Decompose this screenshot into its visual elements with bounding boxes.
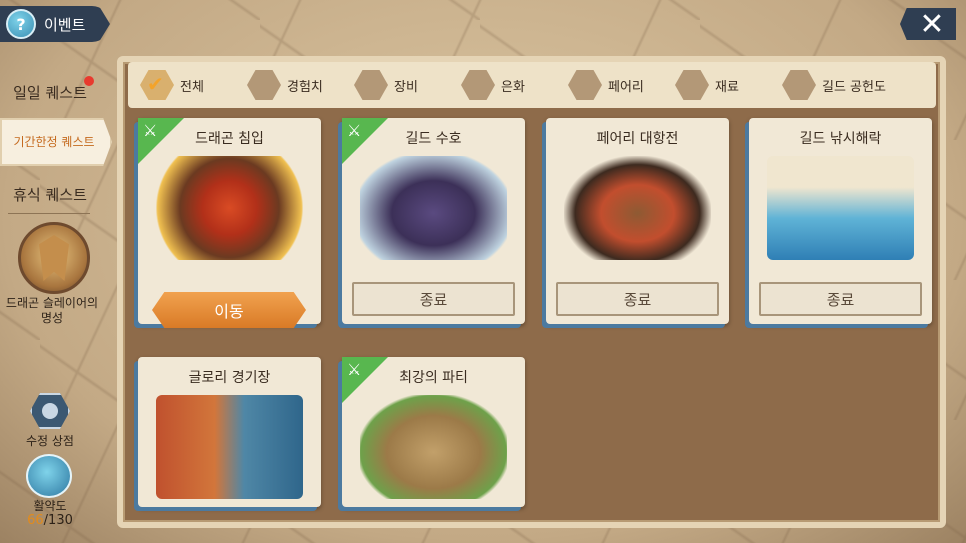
dragon-emblem-icon[interactable] bbox=[18, 222, 90, 294]
filter-label: 장비 bbox=[394, 79, 418, 95]
checkbox-icon bbox=[354, 70, 388, 100]
fairy-battle-art bbox=[564, 156, 711, 260]
crystal-shop-label: 수정 상점 bbox=[26, 434, 74, 448]
checkbox-icon bbox=[568, 70, 602, 100]
filter-label: 페어리 bbox=[608, 79, 644, 95]
card-title: 최강의 파티 bbox=[399, 370, 468, 386]
card-title: 드래곤 침입 bbox=[195, 131, 264, 147]
event-card-guild-fishing[interactable]: 길드 낚시해락 종료 bbox=[749, 118, 932, 324]
filter-label: 전체 bbox=[180, 79, 204, 95]
sidebar-item-rest[interactable]: 휴식 퀘스트 bbox=[0, 184, 100, 205]
sidebar-item-daily[interactable]: 일일 퀘스트 bbox=[0, 76, 100, 103]
card-title: 글로리 경기장 bbox=[188, 370, 271, 386]
sidebar-item-label: 일일 퀘스트 bbox=[13, 84, 87, 102]
activity-max: /130 bbox=[43, 513, 73, 528]
sidebar-item-label: 기간한정 퀘스트 bbox=[13, 135, 95, 149]
ended-button: 종료 bbox=[556, 282, 719, 316]
filter-exp[interactable]: 경험치 bbox=[235, 70, 342, 100]
close-button[interactable]: ✕ bbox=[900, 8, 956, 40]
check-icon bbox=[140, 70, 174, 100]
filter-label: 은화 bbox=[501, 79, 525, 95]
ended-button: 종료 bbox=[352, 282, 515, 316]
event-card-dragon[interactable]: ⚔ 드래곤 침입 이동 bbox=[138, 118, 321, 328]
event-card-fairy-battle[interactable]: 페어리 대항전 종료 bbox=[546, 118, 729, 324]
help-icon[interactable]: ? bbox=[6, 9, 36, 39]
checkbox-icon bbox=[461, 70, 495, 100]
ended-button: 종료 bbox=[759, 282, 922, 316]
filter-material[interactable]: 재료 bbox=[663, 70, 770, 100]
header-bar: ? 이벤트 bbox=[0, 6, 110, 42]
activity-value: 66/130 bbox=[0, 513, 100, 528]
filter-all[interactable]: 전체 bbox=[128, 70, 235, 100]
sidebar-item-label: 휴식 퀘스트 bbox=[13, 186, 87, 204]
event-card-guild-defense[interactable]: ⚔ 길드 수호 종료 bbox=[342, 118, 525, 324]
page-title: 이벤트 bbox=[44, 15, 86, 34]
checkbox-icon bbox=[247, 70, 281, 100]
card-title: 페어리 대항전 bbox=[596, 131, 679, 147]
filter-fairy[interactable]: 페어리 bbox=[556, 70, 663, 100]
notification-dot bbox=[84, 76, 94, 86]
move-button[interactable]: 이동 bbox=[152, 292, 306, 328]
close-icon: ✕ bbox=[919, 6, 945, 42]
card-title: 길드 수호 bbox=[405, 131, 462, 147]
guild-defense-art bbox=[360, 156, 507, 260]
event-card-glory-arena[interactable]: 글로리 경기장 bbox=[138, 357, 321, 507]
fishing-art bbox=[767, 156, 914, 260]
event-card-strongest-party[interactable]: ⚔ 최강의 파티 bbox=[342, 357, 525, 507]
filter-label: 재료 bbox=[715, 79, 739, 95]
glory-arena-art bbox=[156, 395, 303, 499]
card-title: 길드 낚시해락 bbox=[799, 131, 882, 147]
filter-silver[interactable]: 은화 bbox=[449, 70, 556, 100]
sidebar-item-limited[interactable]: 기간한정 퀘스트 bbox=[0, 118, 112, 166]
divider bbox=[8, 213, 90, 214]
activity-current: 66 bbox=[27, 513, 44, 528]
filter-label: 길드 공헌도 bbox=[822, 79, 886, 95]
dragon-art bbox=[156, 156, 303, 260]
filter-equipment[interactable]: 장비 bbox=[342, 70, 449, 100]
filter-label: 경험치 bbox=[287, 79, 323, 95]
activity-label: 활약도 bbox=[33, 499, 67, 513]
activity-icon[interactable] bbox=[26, 454, 72, 498]
filter-guild-contribution[interactable]: 길드 공헌도 bbox=[770, 70, 900, 100]
strongest-party-art bbox=[360, 395, 507, 499]
filter-bar: 전체 경험치 장비 은화 페어리 재료 길드 공헌도 bbox=[128, 62, 936, 108]
checkbox-icon bbox=[675, 70, 709, 100]
dragon-slayer-label: 드래곤 슬레이어의 명성 bbox=[5, 296, 99, 325]
checkbox-icon bbox=[782, 70, 816, 100]
